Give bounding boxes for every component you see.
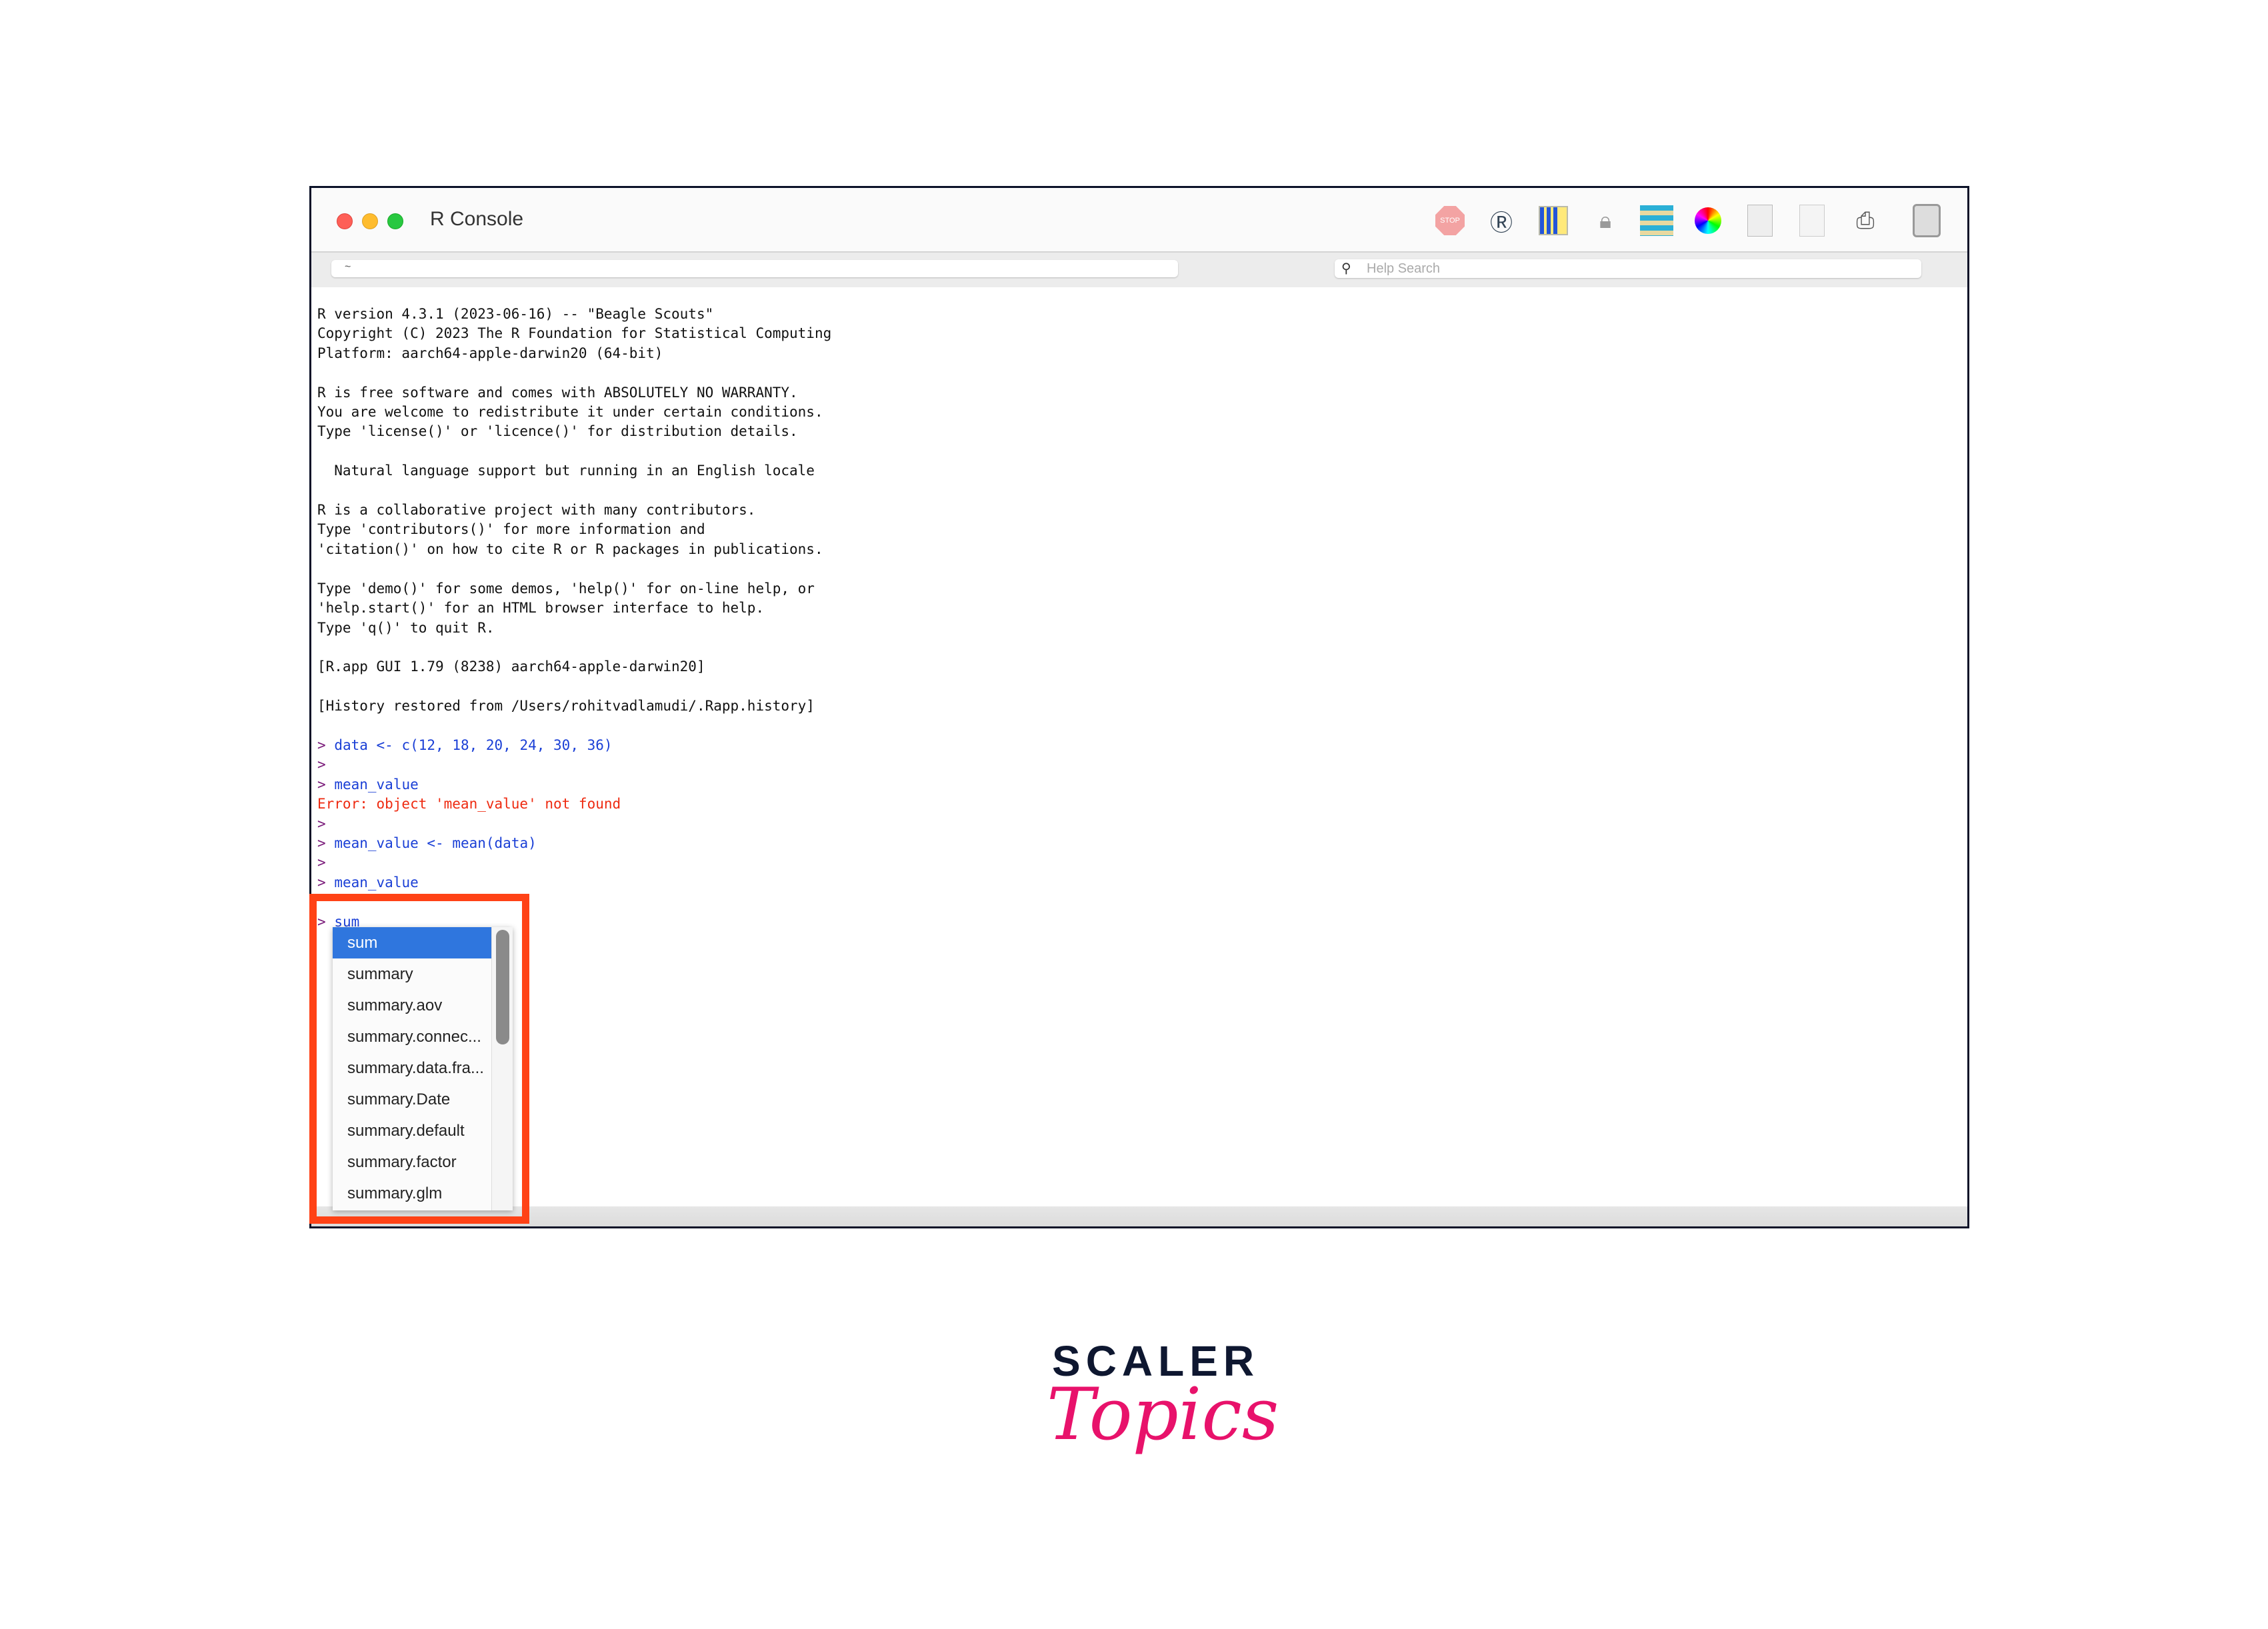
logo-topics: Topics — [1047, 1373, 1279, 1456]
dropdown-scrollbar[interactable] — [491, 927, 513, 1210]
prompt: > — [317, 815, 326, 832]
working-directory-field[interactable]: ~ — [331, 260, 1178, 277]
prompt: > — [317, 834, 326, 851]
command-line: data <- c(12, 18, 20, 24, 30, 36) — [334, 737, 613, 753]
autocomplete-item[interactable]: summary.aov — [333, 990, 491, 1021]
prompt: > — [317, 874, 326, 890]
scrollbar-thumb[interactable] — [496, 930, 509, 1044]
command-line: mean_value — [334, 776, 419, 793]
title-bar: R Console STOP Ⓡ 🔒︎ ⎙ — [311, 188, 1967, 253]
quartz-graphics-icon[interactable] — [1537, 203, 1570, 239]
scaler-topics-logo: SCALER Topics — [1047, 1336, 1279, 1496]
autocomplete-item[interactable]: summary.Date — [333, 1084, 491, 1115]
search-icon: ⚲ — [1341, 261, 1351, 276]
prompt: > — [317, 776, 326, 793]
autocomplete-dropdown[interactable]: sum summary summary.aov summary.connec..… — [333, 927, 513, 1210]
error-message: Error: object 'mean_value' not found — [317, 796, 621, 813]
prompt: > — [317, 757, 326, 773]
prompt: > — [317, 737, 326, 753]
command-line: mean_value <- mean(data) — [334, 834, 537, 851]
path-search-bar: ~ ⚲ Help Search — [311, 253, 1967, 287]
source-script-icon[interactable]: Ⓡ — [1485, 203, 1518, 239]
r-document-icon[interactable] — [1743, 203, 1777, 239]
command-line: mean_value — [334, 874, 419, 890]
stop-label: STOP — [1435, 206, 1465, 235]
color-wheel-icon[interactable] — [1691, 203, 1725, 239]
sidebar-toggle-icon[interactable] — [1910, 203, 1943, 239]
autocomplete-item[interactable]: sum — [333, 927, 491, 958]
startup-message: R version 4.3.1 (2023-06-16) -- "Beagle … — [317, 306, 832, 715]
prompt: > — [317, 854, 326, 871]
close-button[interactable] — [337, 213, 353, 229]
lock-icon[interactable]: 🔒︎ — [1589, 203, 1622, 239]
autocomplete-item[interactable]: summary — [333, 958, 491, 990]
console-output[interactable]: R version 4.3.1 (2023-06-16) -- "Beagle … — [317, 305, 831, 932]
help-search-input[interactable]: ⚲ Help Search — [1335, 259, 1921, 278]
autocomplete-item[interactable]: summary.factor — [333, 1146, 491, 1178]
window-title: R Console — [430, 208, 524, 230]
autocomplete-item[interactable]: summary.data.fra... — [333, 1052, 491, 1084]
print-icon[interactable]: ⎙ — [1849, 203, 1882, 239]
help-search-placeholder: Help Search — [1367, 261, 1441, 276]
data-editor-icon[interactable] — [1640, 203, 1673, 239]
minimize-button[interactable] — [362, 213, 378, 229]
autocomplete-item[interactable]: summary.glm — [333, 1178, 491, 1209]
status-bar — [311, 1206, 1967, 1226]
autocomplete-item[interactable]: summary.connec... — [333, 1021, 491, 1052]
r-console-window: R Console STOP Ⓡ 🔒︎ ⎙ ~ ⚲ Help Search R v… — [309, 186, 1969, 1228]
stop-icon[interactable]: STOP — [1433, 203, 1467, 239]
new-document-icon[interactable] — [1795, 203, 1829, 239]
zoom-button[interactable] — [387, 213, 403, 229]
autocomplete-item[interactable]: summary.default — [333, 1115, 491, 1146]
